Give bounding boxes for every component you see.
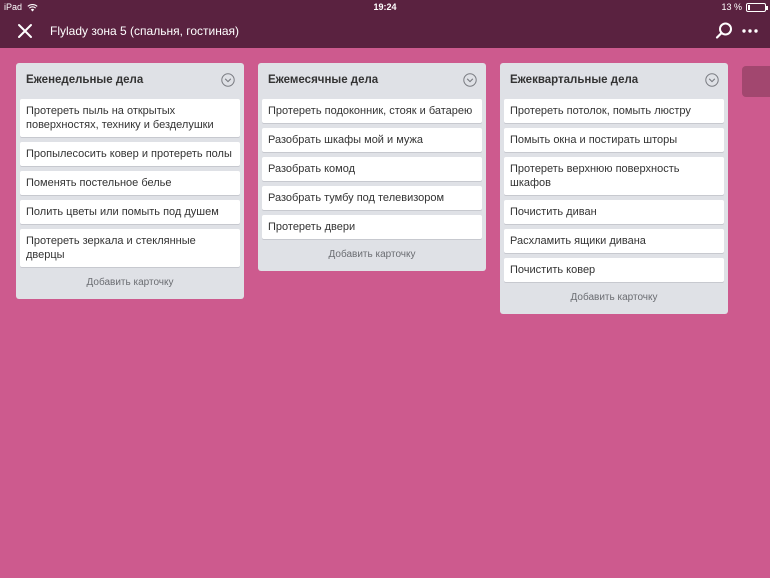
list-quarterly: Ежеквартальные дела Протереть потолок, п… bbox=[500, 63, 728, 314]
card[interactable]: Протереть двери bbox=[262, 215, 482, 239]
card[interactable]: Протереть потолок, помыть люстру bbox=[504, 99, 724, 123]
battery-percent: 13 % bbox=[721, 2, 742, 12]
list-header: Еженедельные дела bbox=[16, 63, 244, 99]
list-header: Ежеквартальные дела bbox=[500, 63, 728, 99]
add-list-button[interactable] bbox=[742, 66, 770, 97]
card[interactable]: Почистить диван bbox=[504, 200, 724, 224]
board-title: Flylady зона 5 (спальня, гостиная) bbox=[50, 24, 240, 38]
more-options-icon[interactable] bbox=[740, 21, 760, 41]
card[interactable]: Разобрать тумбу под телевизором bbox=[262, 186, 482, 210]
status-time: 19:24 bbox=[373, 2, 397, 12]
add-card-button[interactable]: Добавить карточку bbox=[500, 287, 728, 314]
list-weekly: Еженедельные дела Протереть пыль на откр… bbox=[16, 63, 244, 299]
list-title: Ежемесячные дела bbox=[268, 74, 379, 86]
card[interactable]: Разобрать комод bbox=[262, 157, 482, 181]
add-card-button[interactable]: Добавить карточку bbox=[16, 272, 244, 299]
chevron-down-icon[interactable] bbox=[705, 73, 719, 87]
card-list: Протереть подоконник, стояк и батарею Ра… bbox=[258, 99, 486, 239]
search-icon[interactable] bbox=[714, 21, 734, 41]
list-title: Ежеквартальные дела bbox=[510, 74, 639, 86]
chevron-down-icon[interactable] bbox=[463, 73, 477, 87]
battery-tip bbox=[766, 5, 768, 10]
list-title: Еженедельные дела bbox=[26, 74, 144, 86]
card[interactable]: Помыть окна и постирать шторы bbox=[504, 128, 724, 152]
card[interactable]: Полить цветы или помыть под душем bbox=[20, 200, 240, 224]
chevron-down-icon[interactable] bbox=[221, 73, 235, 87]
app-header: Flylady зона 5 (спальня, гостиная) bbox=[0, 15, 770, 48]
list-header: Ежемесячные дела bbox=[258, 63, 486, 99]
status-right: 13 % bbox=[721, 2, 768, 12]
card-list: Протереть потолок, помыть люстру Помыть … bbox=[500, 99, 728, 282]
card[interactable]: Почистить ковер bbox=[504, 258, 724, 282]
card-list: Протереть пыль на открытых поверхностях,… bbox=[16, 99, 244, 267]
card[interactable]: Расхламить ящики дивана bbox=[504, 229, 724, 253]
card[interactable]: Протереть подоконник, стояк и батарею bbox=[262, 99, 482, 123]
battery-fill bbox=[748, 4, 750, 10]
close-icon[interactable] bbox=[14, 20, 36, 42]
card[interactable]: Протереть верхнюю поверхность шкафов bbox=[504, 157, 724, 195]
status-bar: iPad 19:24 13 % bbox=[0, 0, 770, 15]
card[interactable]: Пропылесосить ковер и протереть полы bbox=[20, 142, 240, 166]
card[interactable]: Протереть пыль на открытых поверхностях,… bbox=[20, 99, 240, 137]
add-card-button[interactable]: Добавить карточку bbox=[258, 244, 486, 271]
card[interactable]: Поменять постельное белье bbox=[20, 171, 240, 195]
card[interactable]: Протереть зеркала и стеклянные дверцы bbox=[20, 229, 240, 267]
card[interactable]: Разобрать шкафы мой и мужа bbox=[262, 128, 482, 152]
battery-icon bbox=[746, 2, 768, 12]
list-monthly: Ежемесячные дела Протереть подоконник, с… bbox=[258, 63, 486, 271]
